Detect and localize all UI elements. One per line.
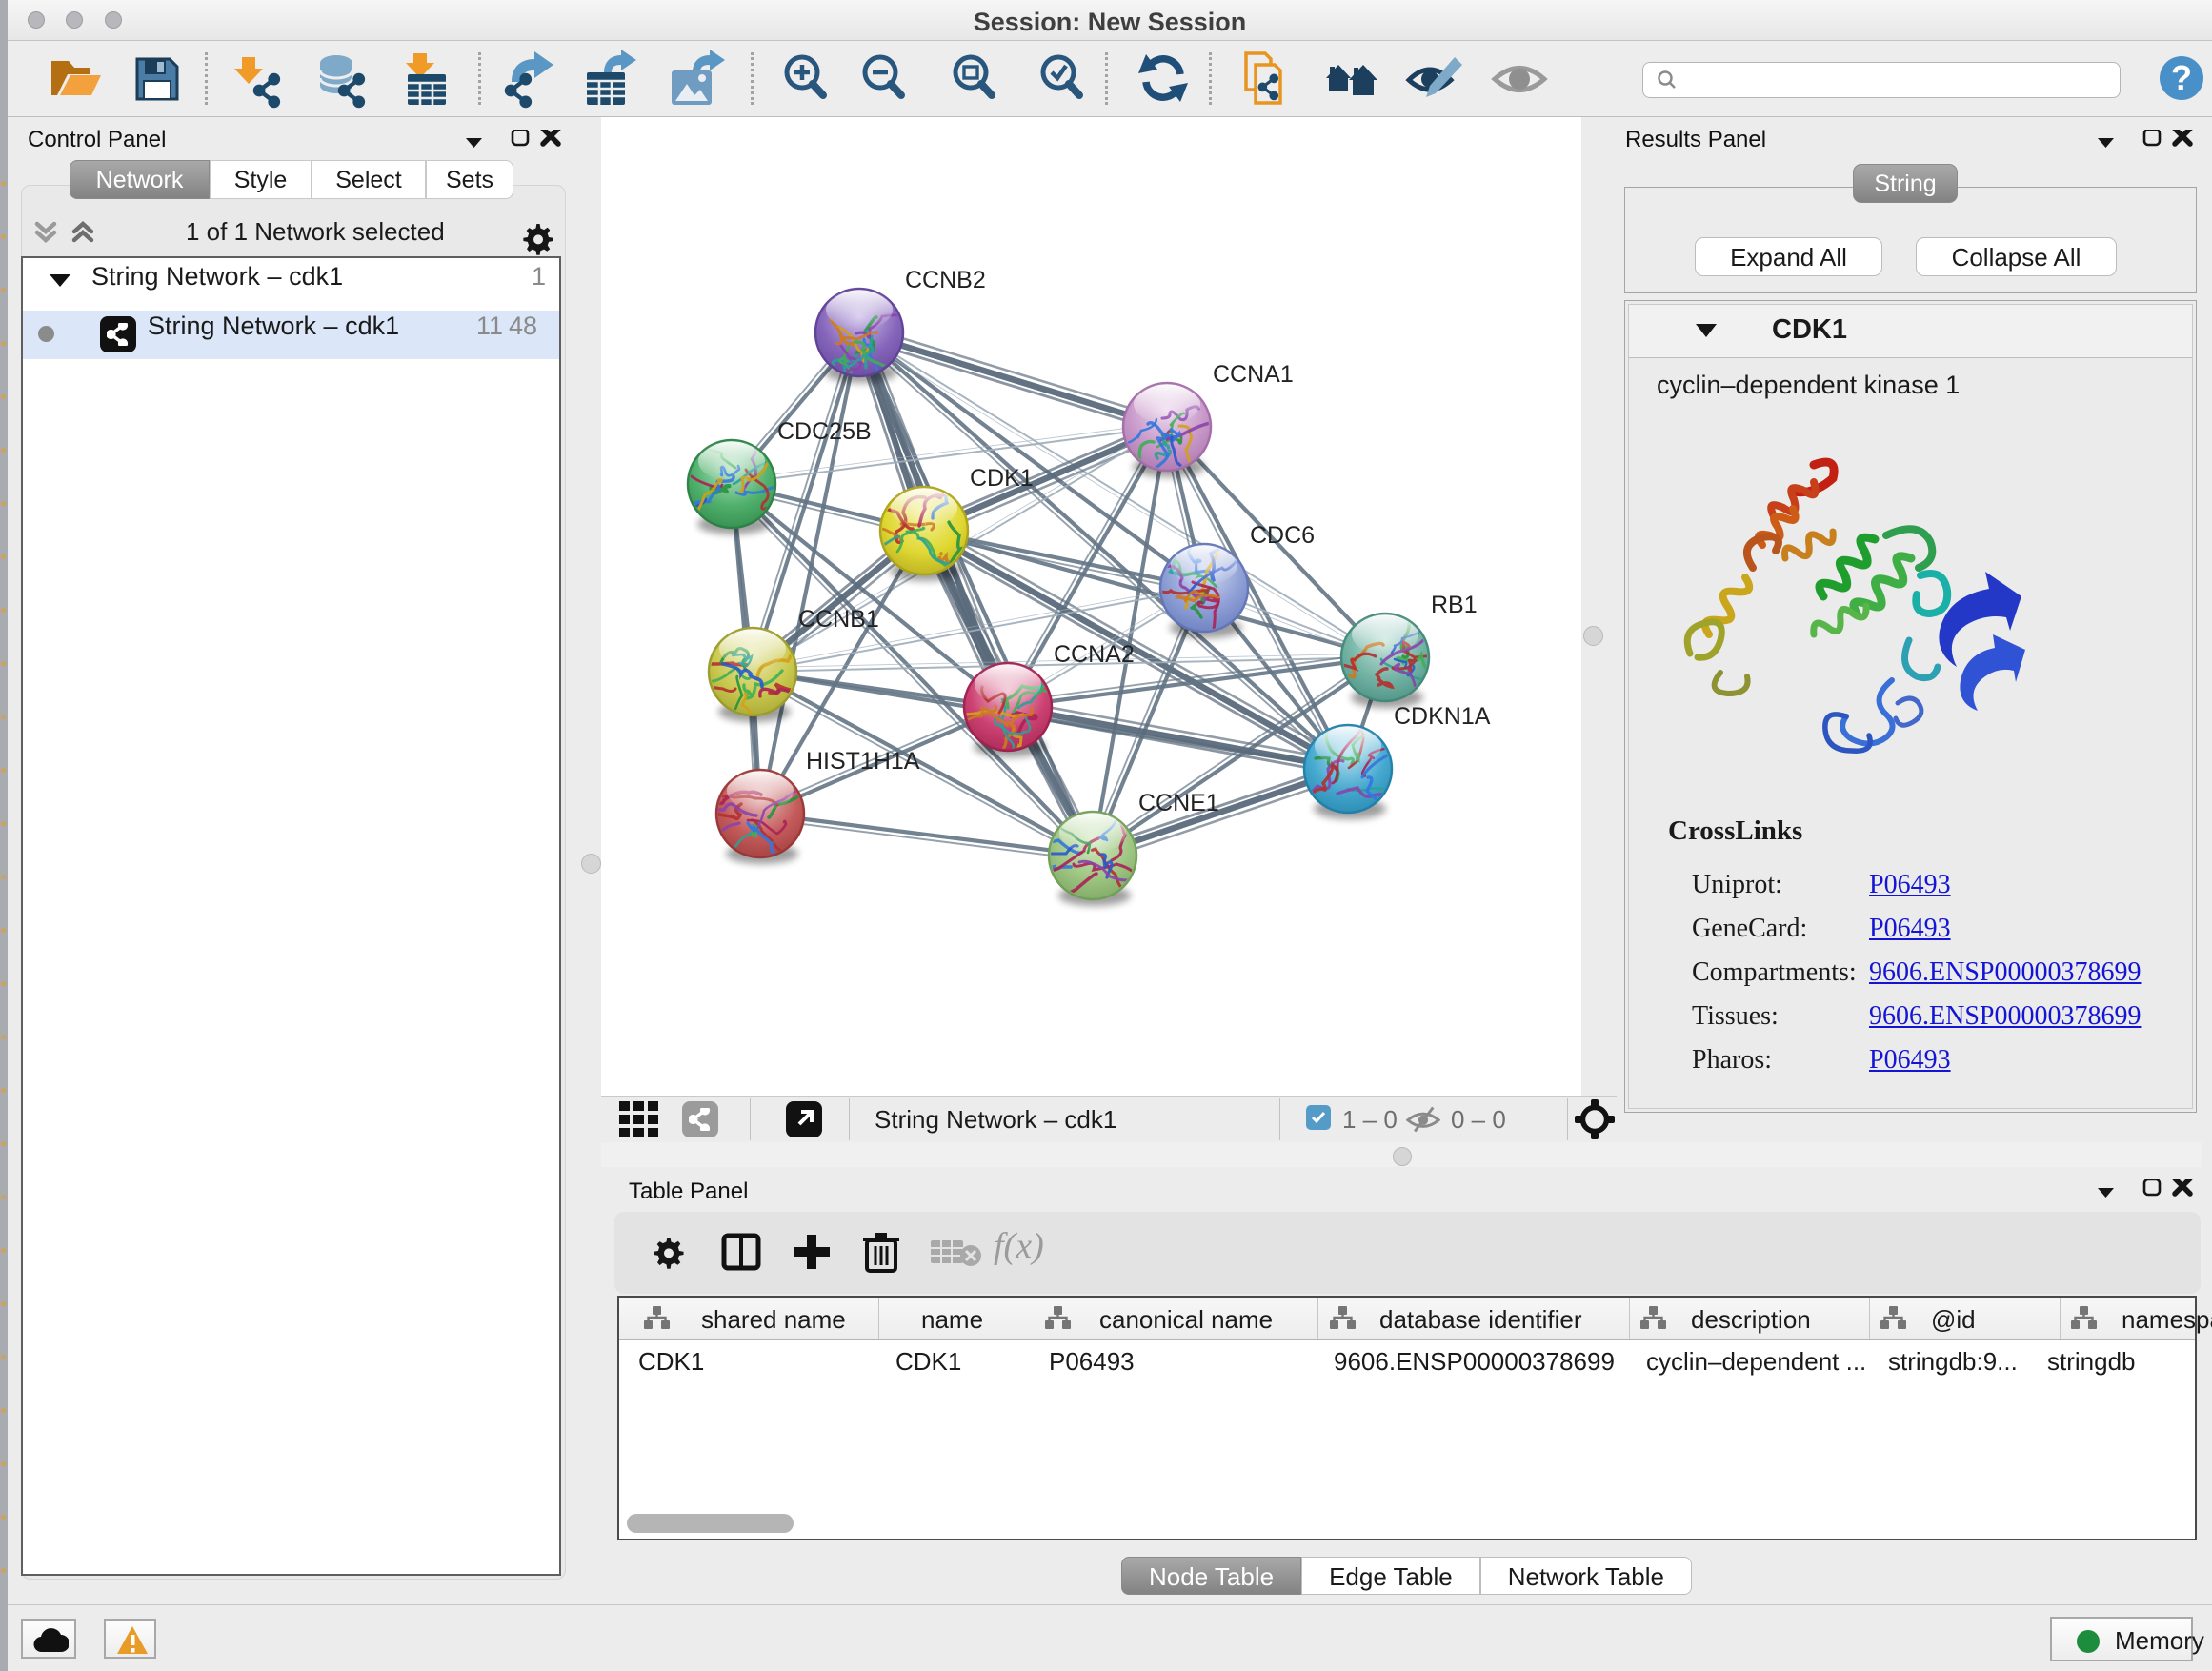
svg-text:?: ? xyxy=(2171,58,2192,97)
svg-text:CDC25B: CDC25B xyxy=(777,418,872,445)
svg-text:CCNA2: CCNA2 xyxy=(1054,641,1135,668)
svg-text:CDK1: CDK1 xyxy=(970,465,1034,492)
svg-text:CDKN1A: CDKN1A xyxy=(1394,703,1491,730)
svg-text:RB1: RB1 xyxy=(1431,592,1478,618)
svg-text:HIST1H1A: HIST1H1A xyxy=(806,748,920,775)
svg-text:CCNA1: CCNA1 xyxy=(1213,361,1294,388)
svg-text:CCNE1: CCNE1 xyxy=(1138,790,1219,816)
svg-text:CCNB1: CCNB1 xyxy=(798,606,879,633)
svg-text:CDC6: CDC6 xyxy=(1250,522,1315,549)
svg-text:CCNB2: CCNB2 xyxy=(905,267,986,293)
